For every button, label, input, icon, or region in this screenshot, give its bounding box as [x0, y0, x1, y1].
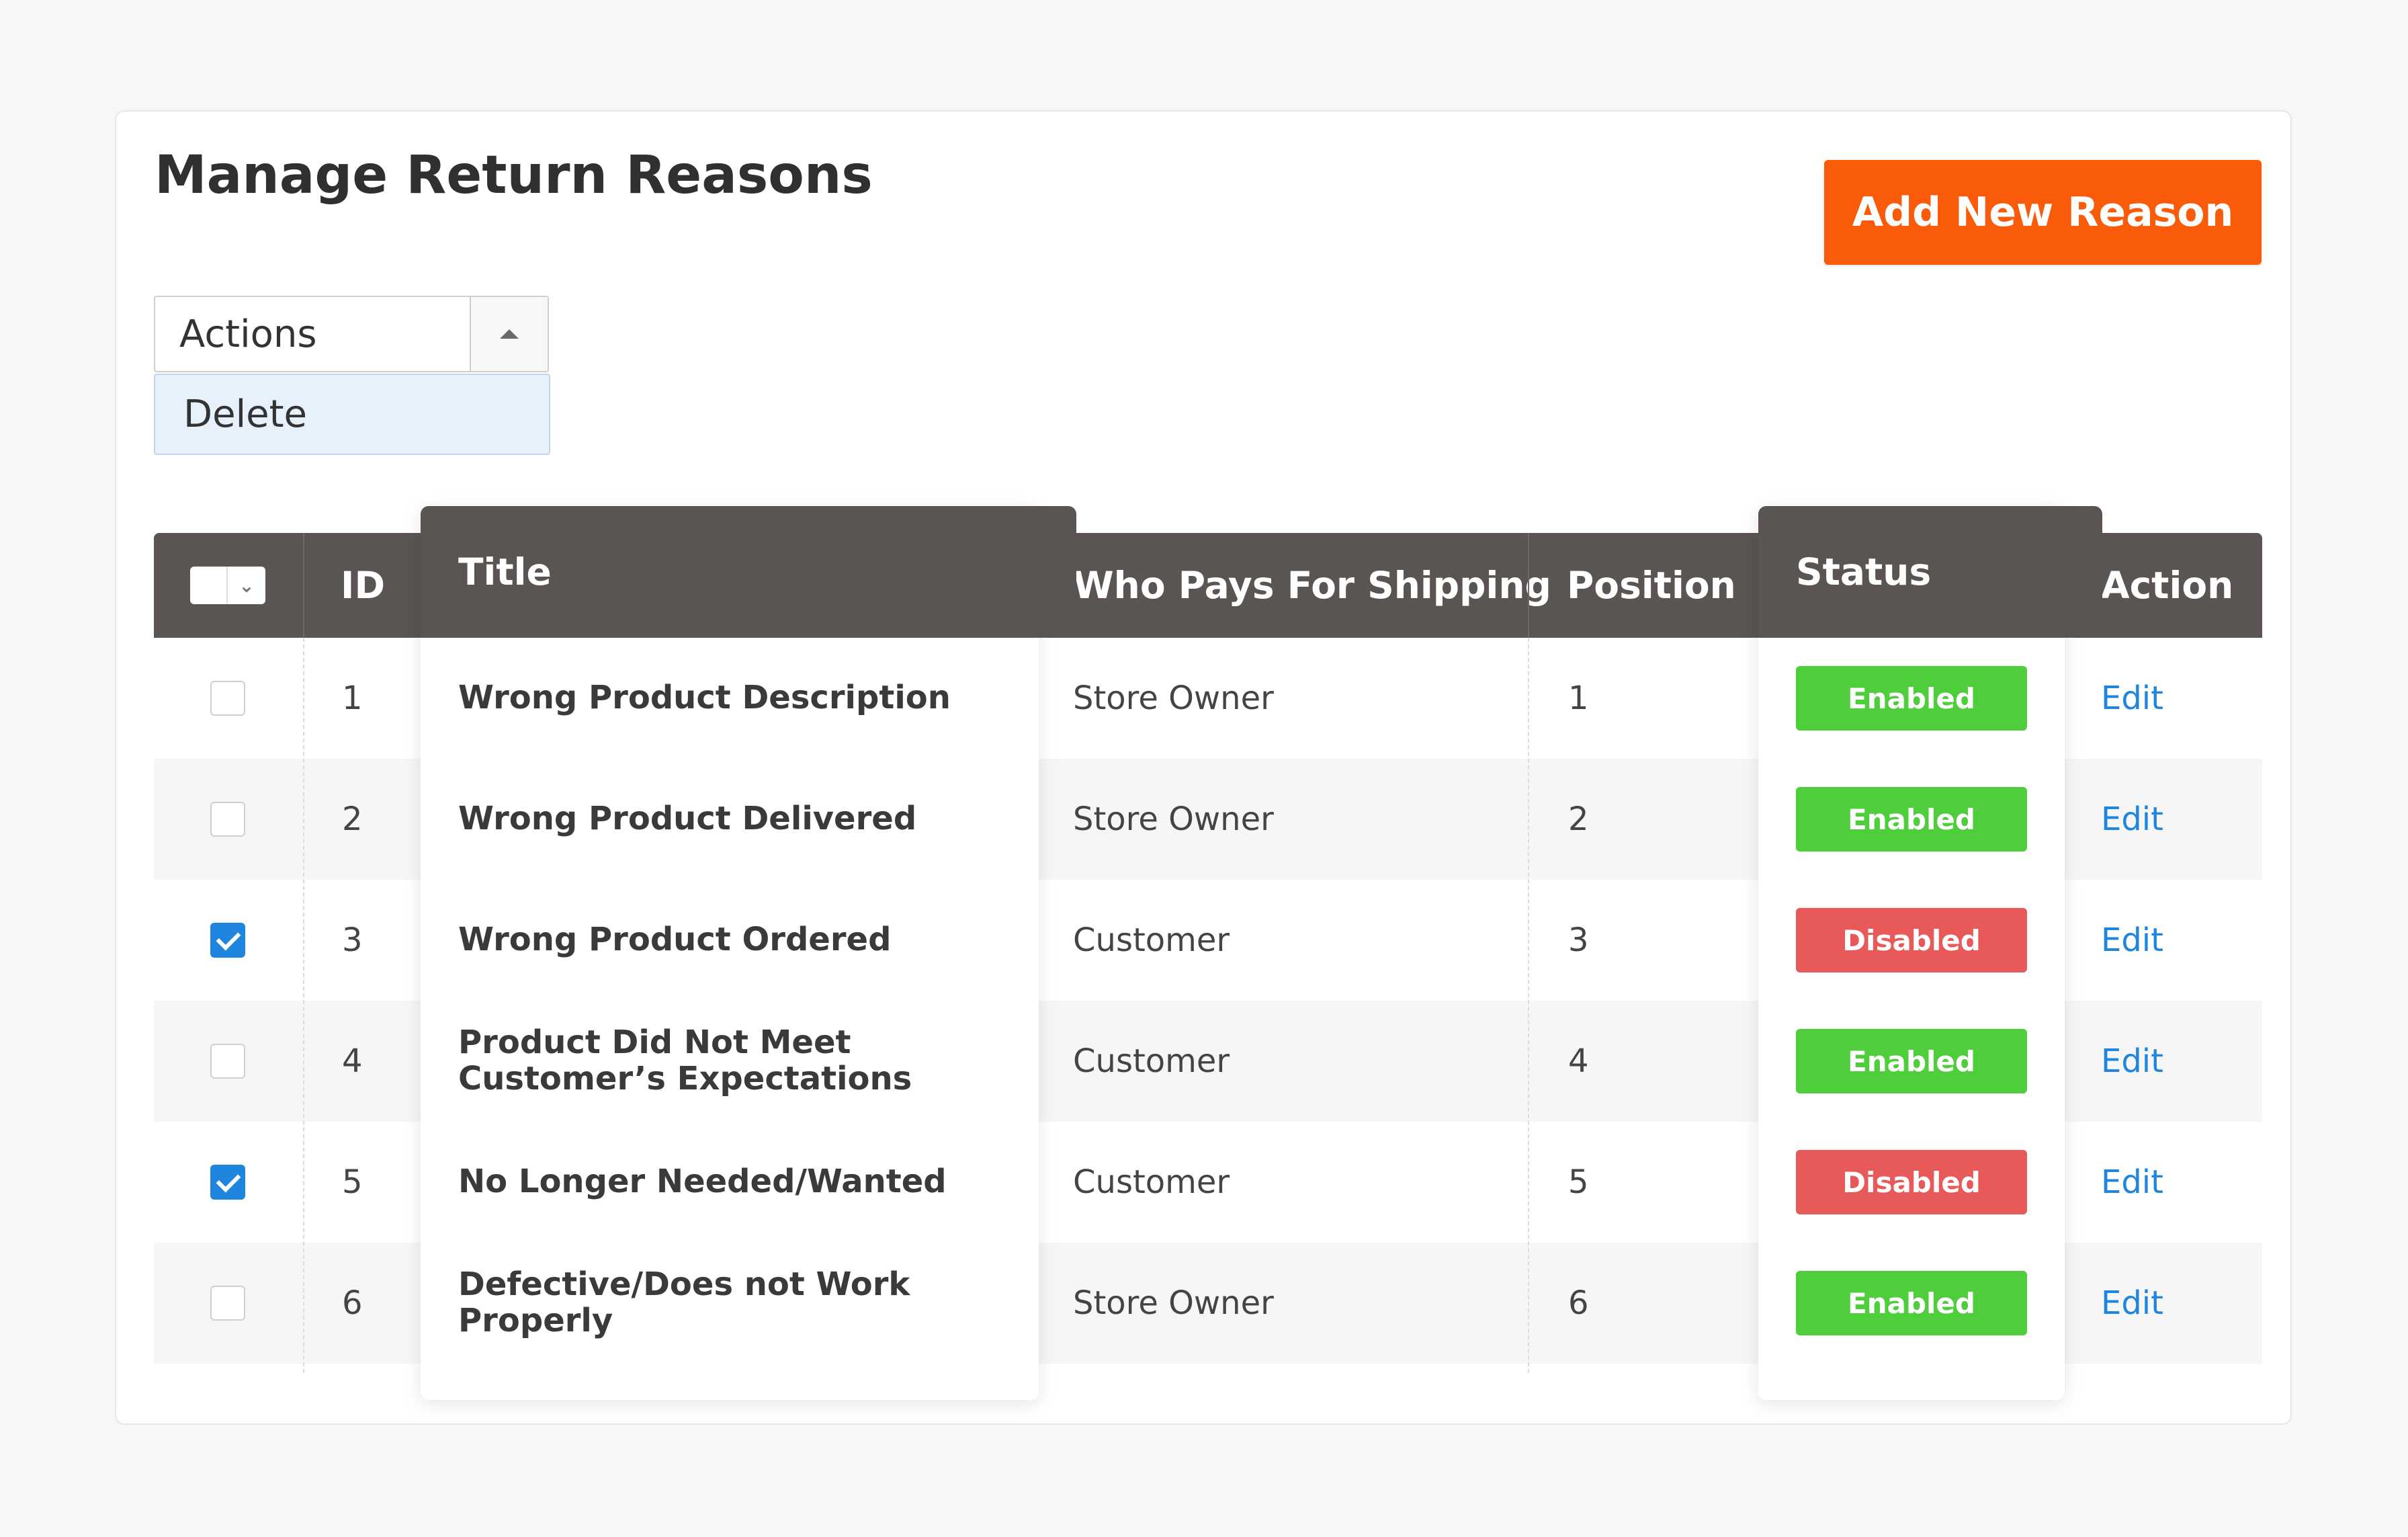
chevron-down-icon: ⌄: [239, 574, 255, 597]
header-divider: [1528, 533, 1529, 638]
row-position: 6: [1568, 1284, 1589, 1322]
select-all-box: [190, 567, 228, 604]
header-status: Status: [1758, 506, 2102, 638]
row-id: 5: [342, 1163, 363, 1201]
actions-menu-item-delete[interactable]: Delete: [154, 374, 550, 455]
row-who-pays: Customer: [1073, 1042, 1230, 1080]
edit-link[interactable]: Edit: [2101, 1163, 2163, 1201]
row-checkbox[interactable]: [210, 681, 245, 716]
column-divider: [303, 638, 304, 1373]
header-position: Position: [1567, 564, 1736, 607]
row-title: No Longer Needed/Wanted: [458, 1163, 947, 1201]
header-who-pays: Who Pays For Shipping: [1073, 564, 1551, 607]
status-badge: Disabled: [1796, 908, 2027, 972]
reasons-table: ⌄ ID Who Pays For Shipping Position Acti…: [154, 506, 2262, 1400]
status-badge: Enabled: [1796, 1029, 2027, 1093]
title-column: Title Wrong Product Description Wrong Pr…: [421, 506, 1076, 1400]
header-select-all[interactable]: ⌄: [190, 533, 265, 638]
row-title: Wrong Product Ordered: [458, 921, 892, 959]
row-position: 5: [1568, 1163, 1589, 1201]
edit-link[interactable]: Edit: [2101, 679, 2163, 717]
add-new-reason-button[interactable]: Add New Reason: [1824, 160, 2262, 265]
row-who-pays: Store Owner: [1073, 1284, 1274, 1322]
actions-dropdown-label: Actions: [179, 312, 317, 356]
edit-link[interactable]: Edit: [2101, 1042, 2163, 1080]
row-who-pays: Store Owner: [1073, 800, 1274, 838]
row-id: 4: [342, 1042, 363, 1080]
row-position: 2: [1568, 800, 1589, 838]
row-who-pays: Customer: [1073, 1163, 1230, 1201]
row-checkbox[interactable]: [210, 1165, 245, 1200]
row-title: Defective/Does not Work Properly: [458, 1265, 910, 1339]
header-divider: [303, 533, 304, 638]
row-position: 3: [1568, 921, 1589, 959]
page-title: Manage Return Reasons: [155, 145, 873, 206]
row-title: Product Did Not Meet Customer’s Expectat…: [458, 1024, 912, 1097]
header-title: Title: [421, 506, 1076, 638]
row-id: 2: [342, 800, 363, 838]
status-badge: Disabled: [1796, 1150, 2027, 1214]
row-who-pays: Store Owner: [1073, 679, 1274, 717]
row-who-pays: Customer: [1073, 921, 1230, 959]
header-action: Action: [2101, 564, 2234, 607]
row-title: Wrong Product Delivered: [458, 800, 917, 838]
select-all-checkbox[interactable]: ⌄: [190, 567, 265, 604]
edit-link[interactable]: Edit: [2101, 1284, 2163, 1322]
row-checkbox[interactable]: [210, 1286, 245, 1321]
status-column: Status Enabled Enabled Disabled Enabled …: [1758, 506, 2102, 1400]
row-checkbox[interactable]: [210, 1044, 245, 1079]
column-divider: [1528, 638, 1529, 1373]
actions-dropdown[interactable]: Actions: [154, 296, 549, 372]
edit-link[interactable]: Edit: [2101, 800, 2163, 838]
row-id: 1: [342, 679, 363, 717]
row-checkbox[interactable]: [210, 802, 245, 837]
header-id: ID: [341, 564, 386, 607]
status-badge: Enabled: [1796, 1271, 2027, 1335]
status-badge: Enabled: [1796, 787, 2027, 851]
row-id: 6: [342, 1284, 363, 1322]
row-id: 3: [342, 921, 363, 959]
dropdown-toggle[interactable]: [470, 297, 548, 371]
status-badge: Enabled: [1796, 666, 2027, 731]
edit-link[interactable]: Edit: [2101, 921, 2163, 959]
row-checkbox[interactable]: [210, 923, 245, 958]
row-title: Wrong Product Description: [458, 679, 951, 717]
row-position: 1: [1568, 679, 1589, 717]
caret-up-icon: [500, 329, 519, 339]
row-position: 4: [1568, 1042, 1589, 1080]
